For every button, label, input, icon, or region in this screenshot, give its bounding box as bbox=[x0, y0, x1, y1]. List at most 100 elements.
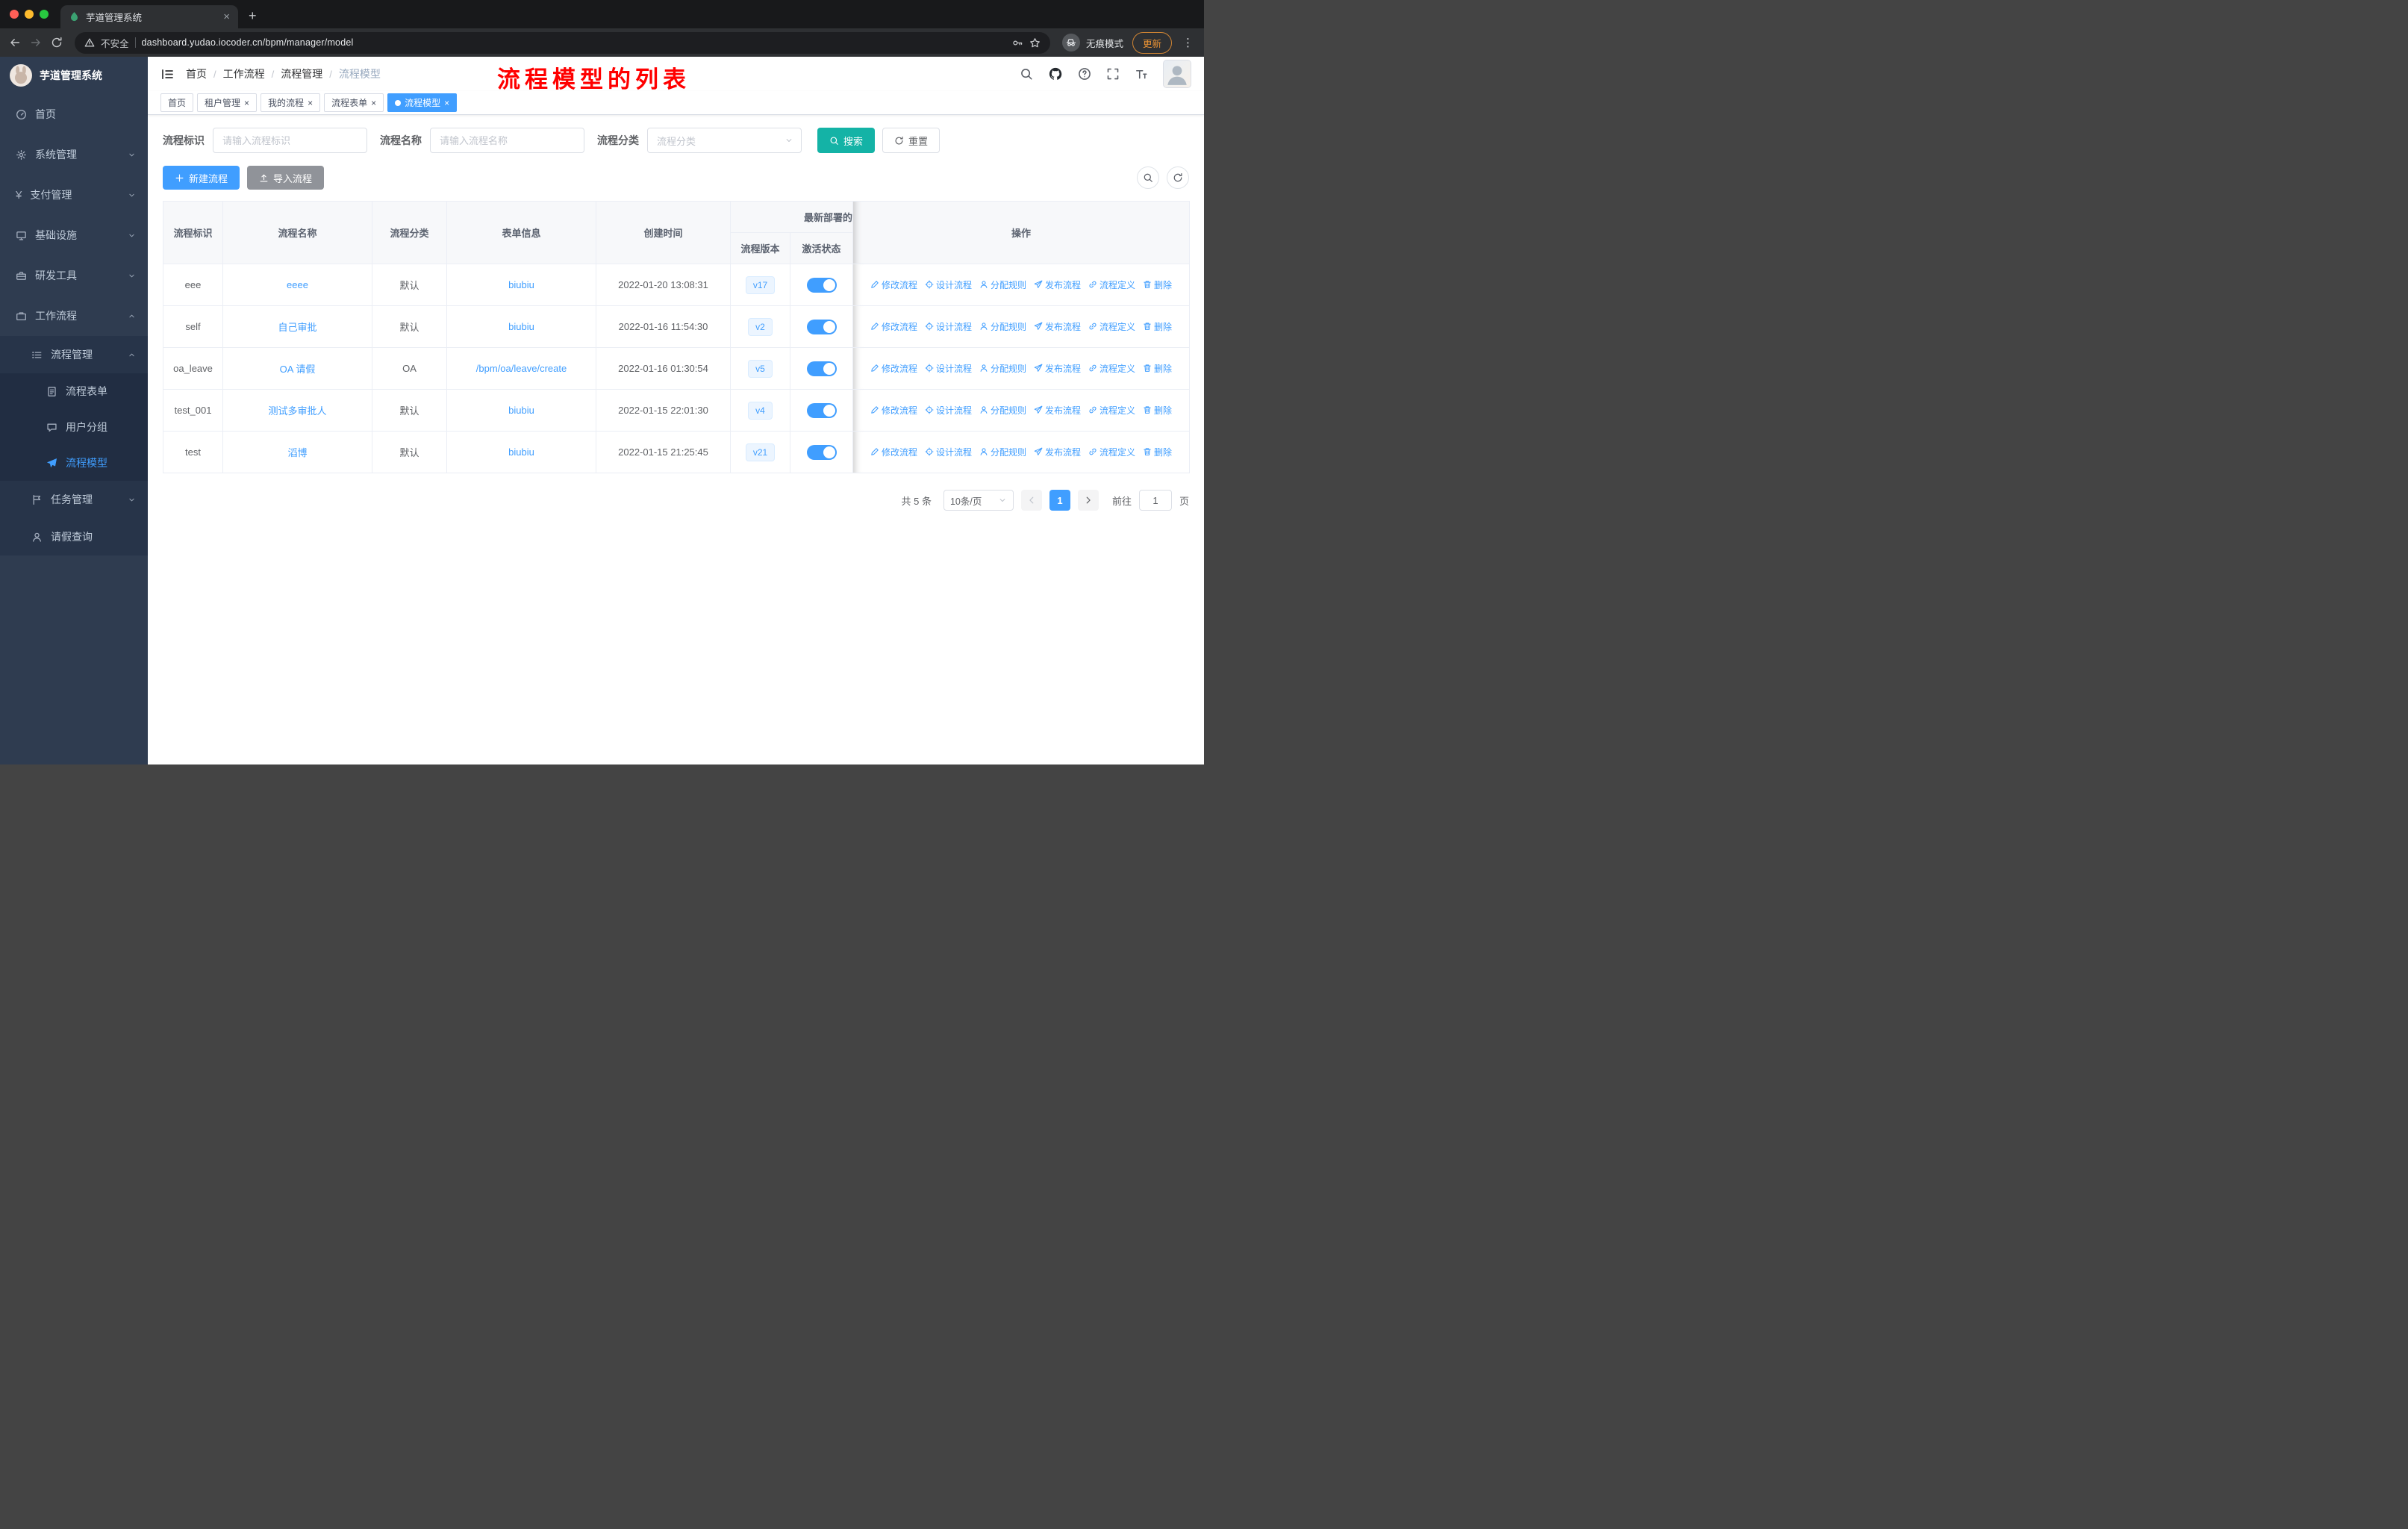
definition-action-link[interactable]: 流程定义 bbox=[1088, 404, 1135, 417]
sidebar-item-user-group[interactable]: 用户分组 bbox=[0, 409, 148, 445]
new-tab-button[interactable]: + bbox=[249, 8, 257, 24]
sidebar-item-infra[interactable]: 基础设施 bbox=[0, 215, 148, 255]
create-process-button[interactable]: 新建流程 bbox=[163, 166, 240, 190]
breadcrumb-item-workflow[interactable]: 工作流程 bbox=[223, 66, 265, 81]
design-action-link[interactable]: 设计流程 bbox=[925, 404, 972, 417]
process-name-link[interactable]: 滔博 bbox=[287, 447, 307, 458]
sidebar-item-devtools[interactable]: 研发工具 bbox=[0, 255, 148, 296]
form-info-link[interactable]: biubiu bbox=[508, 321, 534, 332]
tab-close-icon[interactable]: × bbox=[444, 99, 449, 108]
process-name-link[interactable]: OA 请假 bbox=[280, 364, 316, 375]
tab-close-icon[interactable]: × bbox=[244, 99, 249, 108]
password-key-icon[interactable] bbox=[1012, 37, 1023, 49]
back-icon[interactable] bbox=[9, 37, 21, 49]
definition-action-link[interactable]: 流程定义 bbox=[1088, 278, 1135, 291]
address-bar[interactable]: 不安全 dashboard.yudao.iocoder.cn/bpm/manag… bbox=[75, 31, 1050, 54]
next-page-button[interactable] bbox=[1077, 490, 1099, 511]
forward-icon[interactable] bbox=[30, 37, 42, 49]
publish-action-link[interactable]: 发布流程 bbox=[1034, 278, 1081, 291]
process-name-link[interactable]: 自己审批 bbox=[278, 322, 316, 333]
import-process-button[interactable]: 导入流程 bbox=[247, 166, 325, 190]
definition-action-link[interactable]: 流程定义 bbox=[1088, 446, 1135, 458]
process-name-link[interactable]: 测试多审批人 bbox=[268, 405, 326, 417]
sidebar-toggle-icon[interactable] bbox=[160, 67, 175, 81]
header-search-icon[interactable] bbox=[1020, 67, 1033, 81]
reset-button[interactable]: 重置 bbox=[882, 128, 941, 153]
process-name-link[interactable]: eeee bbox=[287, 279, 308, 290]
search-button[interactable]: 搜索 bbox=[817, 128, 876, 153]
goto-page-input[interactable] bbox=[1138, 490, 1172, 511]
publish-action-link[interactable]: 发布流程 bbox=[1034, 320, 1081, 333]
update-button[interactable]: 更新 bbox=[1132, 31, 1172, 54]
definition-action-link[interactable]: 流程定义 bbox=[1088, 362, 1135, 375]
page-1-button[interactable]: 1 bbox=[1049, 490, 1070, 511]
sidebar-item-process-model[interactable]: 流程模型 bbox=[0, 445, 148, 481]
sidebar-item-home[interactable]: 首页 bbox=[0, 94, 148, 134]
sidebar-item-task-mgmt[interactable]: 任务管理 bbox=[0, 481, 148, 518]
design-action-link[interactable]: 设计流程 bbox=[925, 362, 972, 375]
bookmark-star-icon[interactable] bbox=[1029, 37, 1041, 49]
form-info-link[interactable]: biubiu bbox=[508, 279, 534, 290]
delete-action-link[interactable]: 删除 bbox=[1143, 446, 1172, 458]
edit-action-link[interactable]: 修改流程 bbox=[870, 362, 917, 375]
active-toggle[interactable] bbox=[806, 319, 837, 334]
edit-action-link[interactable]: 修改流程 bbox=[870, 320, 917, 333]
minimize-window-button[interactable] bbox=[25, 10, 34, 19]
close-window-button[interactable] bbox=[10, 10, 19, 19]
delete-action-link[interactable]: 删除 bbox=[1143, 404, 1172, 417]
process-category-select[interactable]: 流程分类 bbox=[647, 128, 802, 153]
edit-action-link[interactable]: 修改流程 bbox=[870, 446, 917, 458]
delete-action-link[interactable]: 删除 bbox=[1143, 320, 1172, 333]
sidebar-item-process-mgmt[interactable]: 流程管理 bbox=[0, 336, 148, 373]
form-info-link[interactable]: biubiu bbox=[508, 405, 534, 416]
edit-action-link[interactable]: 修改流程 bbox=[870, 404, 917, 417]
publish-action-link[interactable]: 发布流程 bbox=[1034, 404, 1081, 417]
active-toggle[interactable] bbox=[806, 402, 837, 418]
page-size-select[interactable]: 10条/页 bbox=[943, 490, 1014, 511]
publish-action-link[interactable]: 发布流程 bbox=[1034, 446, 1081, 458]
sidebar-item-process-form[interactable]: 流程表单 bbox=[0, 373, 148, 409]
design-action-link[interactable]: 设计流程 bbox=[925, 278, 972, 291]
form-info-link[interactable]: /bpm/oa/leave/create bbox=[476, 363, 567, 374]
definition-action-link[interactable]: 流程定义 bbox=[1088, 320, 1135, 333]
tab-process-form[interactable]: 流程表单 × bbox=[324, 93, 384, 112]
sidebar-logo[interactable]: 芋道管理系统 bbox=[0, 57, 148, 94]
assign-action-link[interactable]: 分配规则 bbox=[979, 404, 1026, 417]
design-action-link[interactable]: 设计流程 bbox=[925, 446, 972, 458]
zoom-window-button[interactable] bbox=[40, 10, 49, 19]
breadcrumb-item-process-mgmt[interactable]: 流程管理 bbox=[281, 66, 322, 81]
assign-action-link[interactable]: 分配规则 bbox=[979, 362, 1026, 375]
prev-page-button[interactable] bbox=[1020, 490, 1042, 511]
reload-icon[interactable] bbox=[51, 37, 63, 49]
breadcrumb-item-home[interactable]: 首页 bbox=[186, 66, 207, 81]
publish-action-link[interactable]: 发布流程 bbox=[1034, 362, 1081, 375]
process-key-input[interactable] bbox=[213, 128, 367, 153]
tab-close-icon[interactable]: × bbox=[223, 10, 230, 23]
active-toggle[interactable] bbox=[806, 444, 837, 460]
help-icon[interactable] bbox=[1078, 67, 1091, 81]
tab-close-icon[interactable]: × bbox=[371, 99, 376, 108]
show-search-button[interactable] bbox=[1137, 166, 1159, 189]
refresh-table-button[interactable] bbox=[1167, 166, 1189, 189]
tab-home[interactable]: 首页 bbox=[160, 93, 194, 112]
delete-action-link[interactable]: 删除 bbox=[1143, 278, 1172, 291]
process-name-input[interactable] bbox=[430, 128, 584, 153]
edit-action-link[interactable]: 修改流程 bbox=[870, 278, 917, 291]
github-icon[interactable] bbox=[1048, 66, 1063, 81]
assign-action-link[interactable]: 分配规则 bbox=[979, 446, 1026, 458]
fullscreen-icon[interactable] bbox=[1106, 67, 1120, 81]
sidebar-item-system[interactable]: 系统管理 bbox=[0, 134, 148, 175]
assign-action-link[interactable]: 分配规则 bbox=[979, 278, 1026, 291]
form-info-link[interactable]: biubiu bbox=[508, 446, 534, 458]
sidebar-item-payment[interactable]: ¥ 支付管理 bbox=[0, 175, 148, 215]
browser-tab[interactable]: 芋道管理系统 × bbox=[60, 5, 238, 28]
sidebar-item-workflow[interactable]: 工作流程 bbox=[0, 296, 148, 336]
sidebar-item-leave-query[interactable]: 请假查询 bbox=[0, 518, 148, 555]
tab-my-process[interactable]: 我的流程 × bbox=[261, 93, 321, 112]
assign-action-link[interactable]: 分配规则 bbox=[979, 320, 1026, 333]
delete-action-link[interactable]: 删除 bbox=[1143, 362, 1172, 375]
font-size-icon[interactable] bbox=[1135, 67, 1148, 81]
active-toggle[interactable] bbox=[806, 361, 837, 376]
design-action-link[interactable]: 设计流程 bbox=[925, 320, 972, 333]
active-toggle[interactable] bbox=[806, 277, 837, 293]
